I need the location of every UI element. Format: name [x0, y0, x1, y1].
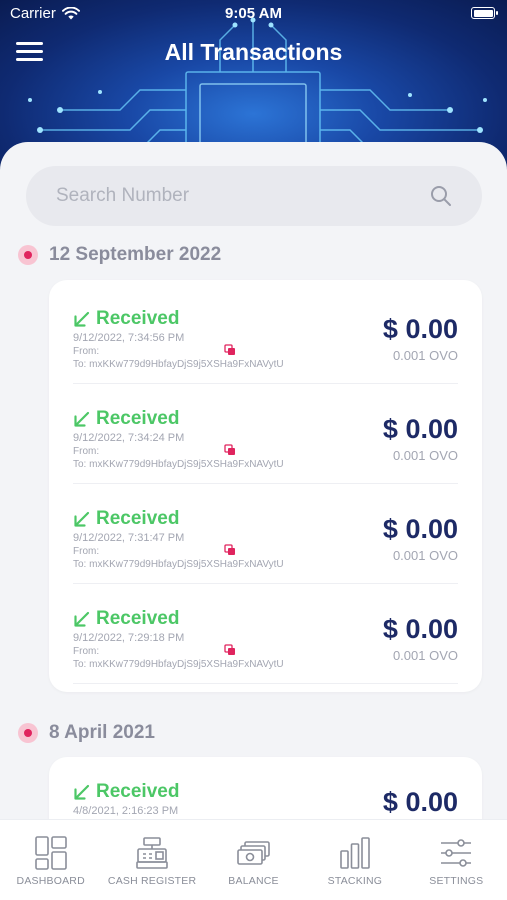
transactions-card: Received 4/8/2021, 2:16:23 PM $ 0.00: [49, 757, 482, 822]
received-arrow-icon: [74, 311, 90, 327]
status-time: 9:05 AM: [225, 5, 282, 22]
transaction-datetime: 4/8/2021, 2:16:23 PM: [73, 805, 179, 817]
transaction-row[interactable]: Received 9/12/2022, 7:34:24 PM From: To:…: [49, 384, 482, 484]
tab-label: SETTINGS: [429, 875, 484, 887]
battery-icon: [471, 7, 498, 19]
transaction-to: To: mxKKw779d9HbfayDjS9j5XSHa9FxNAVytU: [73, 359, 284, 370]
tab-settings[interactable]: SETTINGS: [406, 820, 507, 900]
search-bar[interactable]: [26, 166, 482, 226]
timeline-dot-icon: [18, 723, 38, 743]
received-arrow-icon: [74, 784, 90, 800]
page-title: All Transactions: [164, 39, 343, 65]
transaction-status: Received: [73, 508, 179, 530]
transaction-status: Received: [73, 608, 179, 630]
bottom-tab-bar: DASHBOARD CASH REGISTER BALANCE STACKING…: [0, 820, 507, 900]
tab-label: BALANCE: [228, 875, 279, 887]
tab-balance[interactable]: BALANCE: [203, 820, 304, 900]
search-icon[interactable]: [430, 185, 452, 207]
transaction-to: To: mxKKw779d9HbfayDjS9j5XSHa9FxNAVytU: [73, 559, 284, 570]
copy-icon[interactable]: [224, 644, 236, 656]
status-label: Received: [96, 508, 180, 529]
status-bar: Carrier 9:05 AM: [0, 0, 507, 28]
transaction-datetime: 9/12/2022, 7:31:47 PM: [73, 532, 185, 544]
date-header: 12 September 2022: [18, 242, 221, 268]
received-arrow-icon: [74, 511, 90, 527]
transaction-amount: $ 0.00: [382, 414, 458, 444]
stacking-icon: [340, 837, 370, 869]
transaction-crypto-amount: 0.001 OVO: [392, 448, 458, 463]
transaction-crypto-amount: 0.001 OVO: [392, 348, 458, 363]
divider: [73, 683, 458, 684]
settings-icon: [441, 839, 472, 867]
tab-dashboard[interactable]: DASHBOARD: [0, 820, 101, 900]
navigation-bar: All Transactions: [0, 30, 507, 74]
transaction-row[interactable]: Received 9/12/2022, 7:34:56 PM From: To:…: [49, 284, 482, 384]
transaction-from: From:: [73, 446, 100, 457]
transaction-to: To: mxKKw779d9HbfayDjS9j5XSHa9FxNAVytU: [73, 659, 284, 670]
cash-register-icon: [136, 837, 168, 869]
copy-icon[interactable]: [224, 344, 236, 356]
transaction-row[interactable]: Received 9/12/2022, 7:31:47 PM From: To:…: [49, 484, 482, 584]
date-header: 8 April 2021: [18, 720, 155, 746]
transaction-amount: $ 0.00: [382, 787, 458, 817]
transaction-amount: $ 0.00: [382, 314, 458, 344]
date-label: 12 September 2022: [49, 244, 222, 265]
transaction-datetime: 9/12/2022, 7:34:24 PM: [73, 432, 185, 444]
transactions-sheet[interactable]: 12 September 2022 Received 9/12/2022, 7:…: [0, 142, 507, 822]
transaction-amount: $ 0.00: [382, 614, 458, 644]
transaction-row[interactable]: Received 9/12/2022, 7:29:18 PM From: To:…: [49, 584, 482, 684]
status-label: Received: [96, 781, 180, 802]
search-input[interactable]: [56, 166, 416, 226]
tab-cash-register[interactable]: CASH REGISTER: [101, 820, 202, 900]
transactions-card: Received 9/12/2022, 7:34:56 PM From: To:…: [49, 280, 482, 692]
transaction-crypto-amount: 0.001 OVO: [392, 548, 458, 563]
status-label: Received: [96, 308, 180, 329]
transaction-amount: $ 0.00: [382, 514, 458, 544]
transaction-crypto-amount: 0.001 OVO: [392, 648, 458, 663]
tab-label: DASHBOARD: [16, 875, 85, 887]
date-label: 8 April 2021: [49, 722, 155, 743]
transaction-datetime: 9/12/2022, 7:34:56 PM: [73, 332, 185, 344]
tab-label: CASH REGISTER: [107, 875, 197, 887]
copy-icon[interactable]: [224, 444, 236, 456]
timeline-dot-icon: [18, 245, 38, 265]
transaction-from: From:: [73, 346, 100, 357]
transaction-row[interactable]: Received 4/8/2021, 2:16:23 PM $ 0.00: [49, 757, 482, 822]
transaction-to: To: mxKKw779d9HbfayDjS9j5XSHa9FxNAVytU: [73, 459, 284, 470]
transaction-datetime: 9/12/2022, 7:29:18 PM: [73, 632, 185, 644]
transaction-status: Received: [73, 781, 179, 803]
copy-icon[interactable]: [224, 544, 236, 556]
status-label: Received: [96, 608, 180, 629]
tab-label: STACKING: [327, 875, 383, 887]
transaction-from: From:: [73, 646, 100, 657]
status-label: Received: [96, 408, 180, 429]
transaction-status: Received: [73, 308, 179, 330]
transaction-from: From:: [73, 546, 100, 557]
dashboard-icon: [34, 836, 67, 870]
balance-icon: [236, 841, 270, 865]
transaction-status: Received: [73, 408, 179, 430]
tab-stacking[interactable]: STACKING: [304, 820, 405, 900]
received-arrow-icon: [74, 611, 90, 627]
received-arrow-icon: [74, 411, 90, 427]
